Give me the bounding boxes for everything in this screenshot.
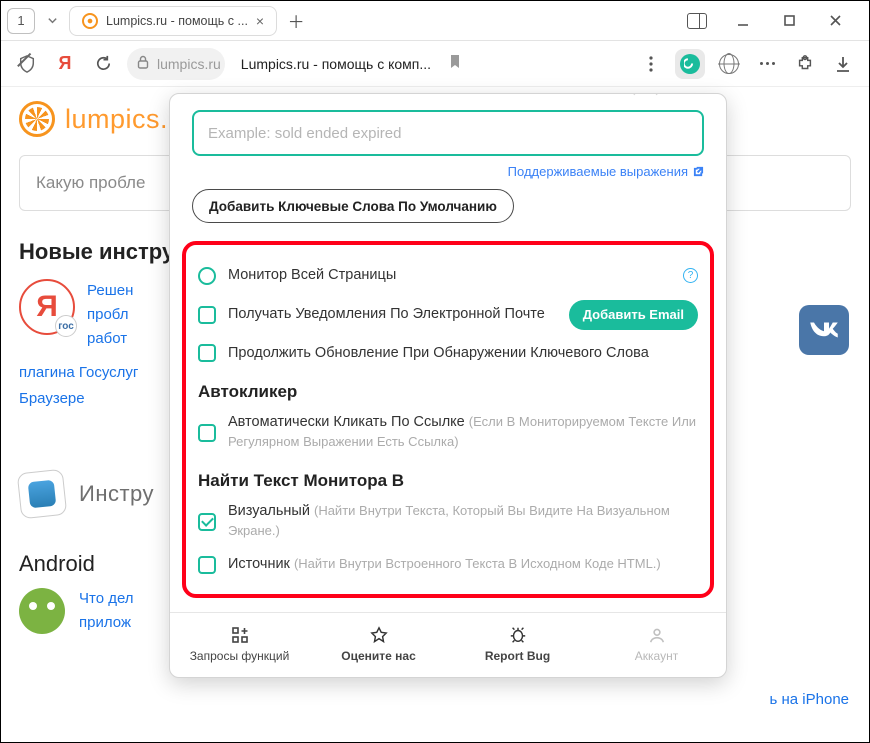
- section-find-text: Найти Текст Монитора В: [198, 471, 698, 491]
- url-field[interactable]: lumpics.ru: [127, 48, 225, 80]
- bookmark-icon[interactable]: [449, 54, 461, 74]
- download-icon[interactable]: [829, 50, 857, 78]
- ios-section-label: Инстру: [79, 481, 154, 507]
- window-titlebar: 1 Lumpics.ru - помощь с ... × ＋: [1, 1, 869, 41]
- yandex-logo-icon[interactable]: Я: [51, 50, 79, 78]
- checkbox-icon: [198, 344, 216, 362]
- add-email-button[interactable]: Добавить Email: [569, 300, 698, 330]
- info-icon[interactable]: ?: [683, 268, 698, 283]
- window-close-icon[interactable]: [823, 9, 847, 33]
- star-icon: [369, 625, 389, 645]
- lock-icon: [137, 55, 149, 72]
- checkbox-icon: [198, 424, 216, 442]
- external-link-icon: [693, 166, 704, 177]
- shield-off-icon[interactable]: [13, 50, 41, 78]
- checkbox-icon: [198, 306, 216, 324]
- minimize-icon[interactable]: [731, 9, 755, 33]
- bug-icon: [508, 625, 528, 645]
- close-icon[interactable]: ×: [256, 13, 264, 29]
- article-link-yandex[interactable]: Решен пробл работ: [87, 279, 133, 351]
- section-autoclicker: Автокликер: [198, 382, 698, 402]
- kebab-menu-icon[interactable]: [637, 50, 665, 78]
- option-monitor-full-page[interactable]: Монитор Всей Страницы ?: [198, 259, 698, 293]
- new-tab-button[interactable]: ＋: [283, 8, 309, 34]
- user-icon: [647, 625, 667, 645]
- article-link-android[interactable]: Что дел прилож: [79, 587, 134, 635]
- checkbox-icon: [198, 556, 216, 574]
- add-default-keywords-button[interactable]: Добавить Ключевые Слова По Умолчанию: [192, 189, 514, 223]
- translate-globe-icon[interactable]: [715, 50, 743, 78]
- option-email-notifications[interactable]: Получать Уведомления По Электронной Почт…: [198, 293, 698, 337]
- option-visual[interactable]: Визуальный (Найти Внутри Текста, Который…: [198, 495, 698, 548]
- browser-tab[interactable]: Lumpics.ru - помощь с ... ×: [69, 6, 277, 36]
- more-dots-icon[interactable]: [753, 50, 781, 78]
- option-continue-refresh[interactable]: Продолжить Обновление При Обнаружении Кл…: [198, 337, 698, 371]
- footer-rate-us[interactable]: Оцените нас: [309, 613, 448, 677]
- lumpics-favicon-icon: [82, 13, 98, 29]
- checkbox-checked-icon: [198, 513, 216, 531]
- yandex-app-icon: Ягос: [19, 279, 75, 335]
- keywords-input[interactable]: [192, 110, 704, 156]
- iphone-link[interactable]: ь на iPhone: [770, 691, 849, 708]
- vk-share-icon[interactable]: [799, 305, 849, 355]
- footer-account[interactable]: Аккаунт: [587, 613, 726, 677]
- lumpics-logo-icon: [19, 101, 55, 137]
- reload-icon[interactable]: [89, 50, 117, 78]
- sidebar-toggle-icon[interactable]: [685, 9, 709, 33]
- extensions-icon[interactable]: [791, 50, 819, 78]
- distill-extension-button[interactable]: [675, 49, 705, 79]
- tab-counter[interactable]: 1: [7, 8, 35, 34]
- option-source[interactable]: Источник (Найти Внутри Встроенного Текст…: [198, 548, 698, 582]
- radio-icon: [198, 267, 216, 285]
- footer-report-bug[interactable]: Report Bug: [448, 613, 587, 677]
- highlighted-options-area: Монитор Всей Страницы ? Получать Уведомл…: [182, 241, 714, 598]
- option-autoclick-link[interactable]: Автоматически Кликать По Ссылке (Если В …: [198, 406, 698, 459]
- gosuslugi-sub-icon: гос: [55, 315, 77, 337]
- grid-add-icon: [230, 625, 250, 645]
- maximize-icon[interactable]: [777, 9, 801, 33]
- tab-dropdown[interactable]: [41, 8, 63, 34]
- footer-feature-requests[interactable]: Запросы функций: [170, 613, 309, 677]
- tab-title: Lumpics.ru - помощь с ...: [106, 14, 248, 28]
- ios-appstore-icon: [17, 469, 68, 520]
- url-domain: lumpics.ru: [157, 56, 221, 72]
- android-app-icon: [19, 588, 65, 634]
- url-page-title: Lumpics.ru - помощь с комп...: [241, 56, 431, 72]
- supported-expressions-link[interactable]: Поддерживаемые выражения: [192, 164, 704, 179]
- brand-name: lumpics.r: [65, 104, 178, 135]
- distill-extension-icon: [680, 54, 700, 74]
- address-bar: Я lumpics.ru Lumpics.ru - помощь с комп.…: [1, 41, 869, 87]
- popup-footer: Запросы функций Оцените нас Report Bug А…: [170, 612, 726, 677]
- extension-popup: Поддерживаемые выражения Добавить Ключев…: [169, 93, 727, 678]
